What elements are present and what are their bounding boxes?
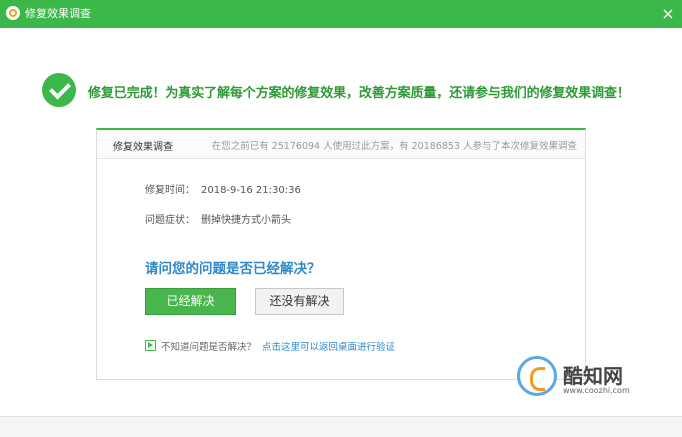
check-circle-icon: [42, 73, 76, 107]
window-title: 修复效果调查: [25, 7, 91, 20]
help-text: 不知道问题是否解决？: [161, 342, 257, 353]
arrow-box-icon: [145, 340, 156, 351]
window-footer: [0, 416, 682, 437]
card-header: 修复效果调查 在您之前已有 25176094 人使用过此方案，有 2018685…: [97, 130, 585, 159]
usage-stats: 在您之前已有 25176094 人使用过此方案，有 20186853 人参与了本…: [211, 141, 577, 152]
repair-time-value: 2018-9-16 21:30:36: [201, 185, 301, 196]
close-icon[interactable]: ×: [654, 0, 682, 28]
watermark-name: 酷知网: [563, 364, 623, 388]
repair-time-label: 修复时间：: [145, 185, 195, 196]
card-title: 修复效果调查: [113, 142, 173, 153]
app-logo-icon: [6, 6, 20, 20]
verify-link[interactable]: 点击这里可以返回桌面进行验证: [262, 342, 395, 353]
watermark-url: www.coozhi.com: [563, 386, 630, 395]
symptom-row: 问题症状： 删掉快捷方式小箭头: [145, 211, 291, 226]
symptom-label: 问题症状：: [145, 215, 195, 226]
title-bar: 修复效果调查 ×: [0, 0, 682, 28]
resolved-button[interactable]: 已经解决: [145, 288, 236, 315]
help-row: 不知道问题是否解决？ 点击这里可以返回桌面进行验证: [161, 339, 395, 353]
symptom-value: 删掉快捷方式小箭头: [201, 215, 291, 226]
question-text: 请问您的问题是否已经解决？: [145, 261, 321, 277]
unresolved-button[interactable]: 还没有解决: [255, 288, 344, 315]
repair-time-row: 修复时间： 2018-9-16 21:30:36: [145, 181, 301, 196]
watermark: 酷知网 www.coozhi.com: [505, 354, 665, 404]
survey-card: 修复效果调查 在您之前已有 25176094 人使用过此方案，有 2018685…: [96, 128, 586, 380]
watermark-logo-icon: [517, 356, 557, 396]
completion-heading: 修复已完成！为真实了解每个方案的修复效果，改善方案质量，还请参与我们的修复效果调…: [88, 86, 630, 101]
